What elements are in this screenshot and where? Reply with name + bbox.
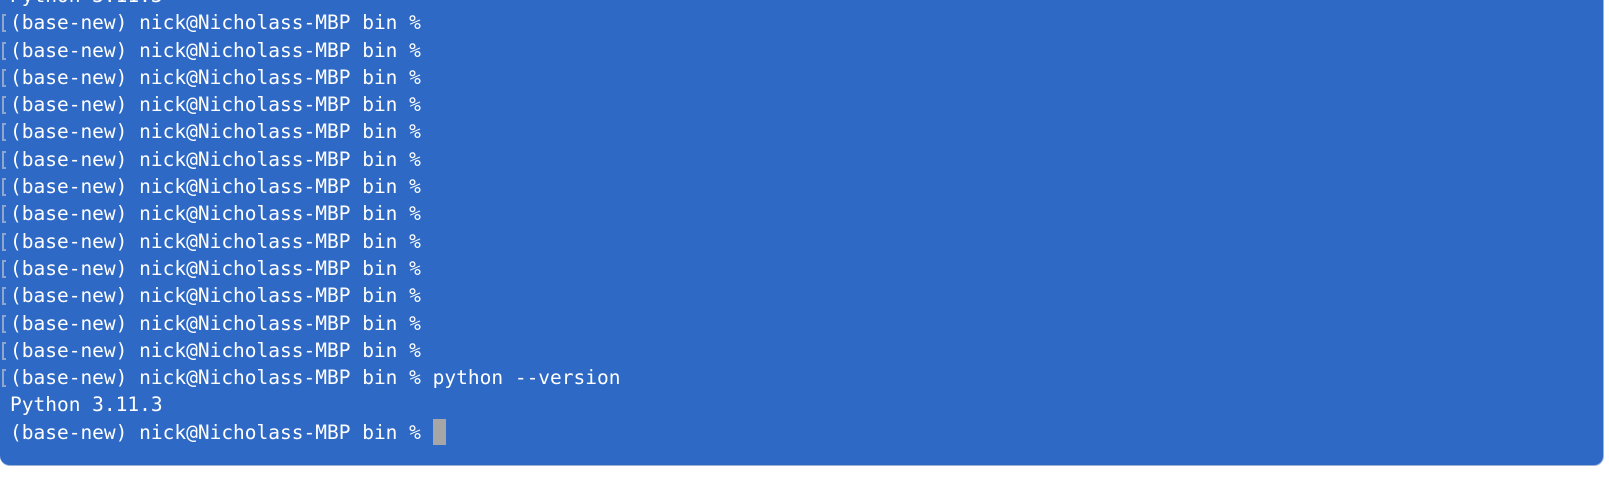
line-mark-icon xyxy=(2,96,6,115)
prompt-text: (base-new) nick@Nicholass-MBP bin % xyxy=(10,284,421,308)
prompt-text: (base-new) nick@Nicholass-MBP bin % xyxy=(10,420,421,444)
line-mark-icon xyxy=(2,178,6,197)
prompt-text: (base-new) nick@Nicholass-MBP bin % xyxy=(10,147,421,171)
line-mark-icon xyxy=(2,41,6,60)
prompt-text: (base-new) nick@Nicholass-MBP bin % xyxy=(10,366,421,390)
prompt-line: (base-new) nick@Nicholass-MBP bin % pyth… xyxy=(0,364,1603,391)
prompt-text: (base-new) nick@Nicholass-MBP bin % xyxy=(10,38,421,62)
prompt-line: (base-new) nick@Nicholass-MBP bin % xyxy=(0,37,1603,64)
prompt-text: (base-new) nick@Nicholass-MBP bin % xyxy=(10,229,421,253)
prompt-text: (base-new) nick@Nicholass-MBP bin % xyxy=(10,65,421,89)
line-mark-icon xyxy=(2,205,6,224)
prompt-text: (base-new) nick@Nicholass-MBP bin % xyxy=(10,93,421,117)
prompt-line: (base-new) nick@Nicholass-MBP bin % xyxy=(0,310,1603,337)
prompt-line: (base-new) nick@Nicholass-MBP bin % xyxy=(0,200,1603,227)
prompt-line: (base-new) nick@Nicholass-MBP bin % xyxy=(0,282,1603,309)
prompt-line: (base-new) nick@Nicholass-MBP bin % xyxy=(0,118,1603,145)
prompt-line: (base-new) nick@Nicholass-MBP bin % xyxy=(0,91,1603,118)
line-mark-icon xyxy=(2,14,6,33)
line-mark-icon xyxy=(2,259,6,278)
output-text: Python 3.11.3 xyxy=(10,393,163,417)
line-mark-icon xyxy=(2,341,6,360)
line-mark-icon xyxy=(2,123,6,142)
prompt-text: (base-new) nick@Nicholass-MBP bin % xyxy=(10,338,421,362)
prompt-text: (base-new) nick@Nicholass-MBP bin % xyxy=(10,120,421,144)
prompt-line: (base-new) nick@Nicholass-MBP bin % xyxy=(0,9,1603,36)
text-cursor[interactable] xyxy=(432,418,446,445)
prompt-text: (base-new) nick@Nicholass-MBP bin % xyxy=(10,11,421,35)
line-mark-icon xyxy=(2,150,6,169)
prompt-text: (base-new) nick@Nicholass-MBP bin % xyxy=(10,202,421,226)
output-line: Python 3.11.3 xyxy=(0,0,1603,9)
prompt-line: (base-new) nick@Nicholass-MBP bin % xyxy=(0,146,1603,173)
prompt-text: (base-new) nick@Nicholass-MBP bin % xyxy=(10,175,421,199)
prompt-line: (base-new) nick@Nicholass-MBP bin % xyxy=(0,255,1603,282)
command-text xyxy=(421,421,433,444)
prompt-line: (base-new) nick@Nicholass-MBP bin % xyxy=(0,173,1603,200)
command-text: python --version xyxy=(420,366,621,390)
prompt-text: (base-new) nick@Nicholass-MBP bin % xyxy=(10,311,421,335)
output-text: Python 3.11.3 xyxy=(10,0,163,7)
prompt-line: (base-new) nick@Nicholass-MBP bin % xyxy=(0,337,1603,364)
terminal-window[interactable]: Python 3.11.3(base-new) nick@Nicholass-M… xyxy=(0,0,1604,466)
prompt-line: (base-new) nick@Nicholass-MBP bin % xyxy=(0,64,1603,91)
line-mark-icon xyxy=(2,314,6,333)
line-mark-icon xyxy=(2,68,6,87)
line-mark-icon xyxy=(2,232,6,251)
output-line: Python 3.11.3 xyxy=(0,391,1603,418)
line-mark-icon xyxy=(2,287,6,306)
prompt-text: (base-new) nick@Nicholass-MBP bin % xyxy=(10,256,421,280)
prompt-line: (base-new) nick@Nicholass-MBP bin % xyxy=(0,228,1603,255)
prompt-line: (base-new) nick@Nicholass-MBP bin % xyxy=(0,418,1603,446)
line-mark-icon xyxy=(2,369,6,388)
terminal-output[interactable]: Python 3.11.3(base-new) nick@Nicholass-M… xyxy=(0,0,1603,446)
